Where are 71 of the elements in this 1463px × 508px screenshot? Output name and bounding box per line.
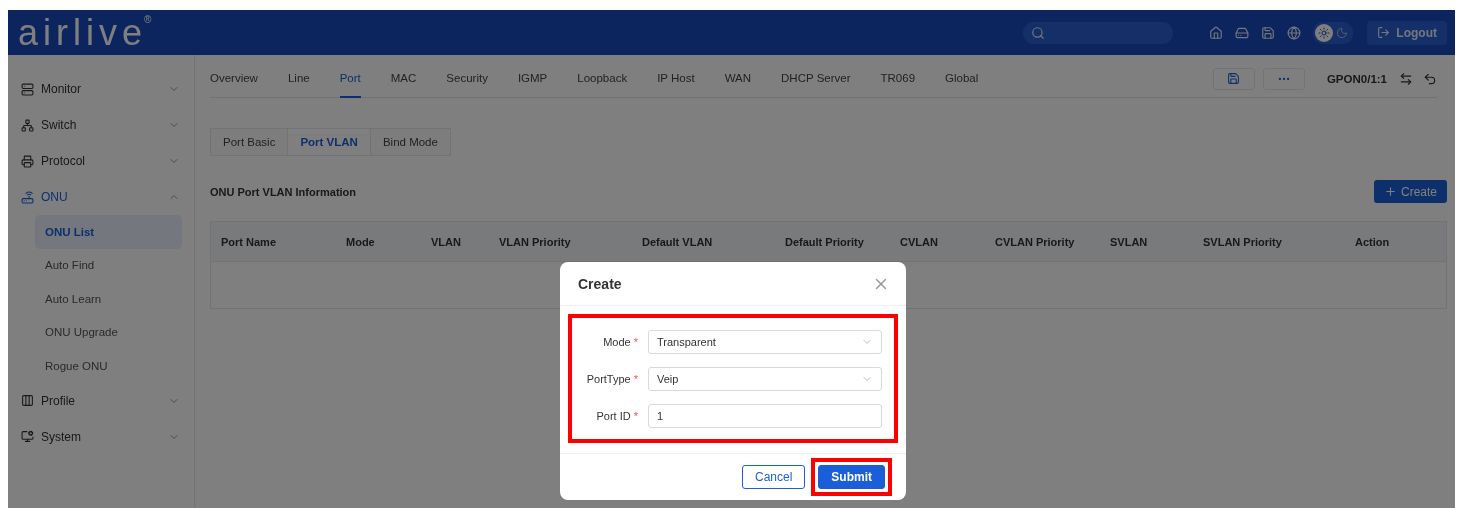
back-icon[interactable] [1423, 71, 1437, 86]
drive-icon[interactable] [1235, 25, 1250, 40]
sun-icon[interactable] [1315, 23, 1334, 42]
search-field[interactable] [1023, 21, 1174, 44]
field-label: PortType * [585, 372, 638, 385]
logout-button[interactable]: Logout [1367, 20, 1447, 45]
printer-icon [21, 154, 34, 168]
sidebar-subitem[interactable]: Auto Find [35, 248, 182, 282]
tab[interactable]: WAN [724, 59, 752, 98]
column-header: Port Name [221, 235, 278, 248]
column-header: Default Priority [785, 235, 865, 248]
tab[interactable]: Port [339, 59, 361, 98]
tab[interactable]: Loopback [577, 59, 628, 98]
sidebar-item[interactable]: System [8, 418, 194, 455]
router-icon [21, 190, 34, 204]
cancel-button[interactable]: Cancel [741, 465, 806, 489]
search-icon [1031, 25, 1046, 40]
sidebar-item[interactable]: Switch [8, 107, 194, 143]
tab[interactable]: Line [287, 59, 310, 98]
column-header: Default VLAN [642, 235, 714, 248]
sidebar-subitem[interactable]: Rogue ONU [35, 349, 182, 383]
select-field[interactable]: Veip [648, 366, 882, 391]
select-field[interactable]: Transparent [648, 329, 882, 354]
theme-toggle[interactable] [1313, 21, 1354, 44]
globe-icon[interactable] [1287, 25, 1302, 40]
logo: airlive® [18, 14, 152, 51]
column-header: Mode [346, 235, 376, 248]
save-button[interactable] [1212, 67, 1255, 90]
sidebar-subitem[interactable]: ONU List [35, 215, 182, 249]
column-header: VLAN [431, 235, 462, 248]
tab[interactable]: TR069 [880, 59, 916, 98]
tab[interactable]: Global [945, 59, 979, 98]
column-header: SVLAN Priority [1203, 235, 1283, 248]
sub-tab[interactable]: Bind Mode [369, 128, 451, 156]
dialog-title: Create [578, 275, 622, 292]
create-button[interactable]: Create [1373, 180, 1447, 203]
column-header: CVLAN [900, 235, 939, 248]
field-label: Mode * [602, 335, 638, 348]
plus-icon [1383, 185, 1397, 198]
section-title: ONU Port VLAN Information [210, 185, 357, 198]
logout-icon [1377, 26, 1391, 39]
sidebar-item[interactable]: Monitor [8, 71, 194, 107]
tab[interactable]: Overview [210, 59, 258, 98]
sidebar-subitem[interactable]: Auto Learn [35, 282, 182, 316]
device-label: GPON0/1:1 [1326, 72, 1387, 85]
server-icon [21, 82, 34, 96]
save-icon [1227, 72, 1241, 85]
sidebar-item[interactable]: Profile [8, 382, 194, 419]
swap-icon[interactable] [1399, 71, 1413, 86]
sidebar-item[interactable]: Protocol [8, 143, 194, 179]
column-header: Action [1355, 235, 1391, 248]
tab[interactable]: IGMP [517, 59, 548, 98]
sidebar-subitem[interactable]: ONU Upgrade [35, 315, 182, 349]
input-field[interactable]: 1 [648, 403, 882, 428]
field-label: Port ID * [595, 409, 638, 422]
tab[interactable]: Security [446, 59, 488, 98]
home-icon[interactable] [1209, 25, 1224, 40]
column-header: SVLAN [1110, 235, 1149, 248]
tab[interactable]: IP Host [657, 59, 695, 98]
submit-button[interactable]: Submit [818, 465, 885, 489]
save-icon[interactable] [1261, 25, 1276, 40]
sub-tab[interactable]: Port Basic [210, 128, 289, 156]
tab[interactable]: MAC [390, 59, 417, 98]
monitor-icon [21, 430, 34, 443]
sub-tab[interactable]: Port VLAN [287, 128, 371, 156]
network-icon [21, 118, 34, 132]
columns-icon [21, 394, 34, 407]
column-header: CVLAN Priority [995, 235, 1076, 248]
sidebar-item[interactable]: ONU [8, 179, 194, 215]
column-header: VLAN Priority [499, 235, 572, 248]
tab[interactable]: DHCP Server [781, 59, 851, 98]
